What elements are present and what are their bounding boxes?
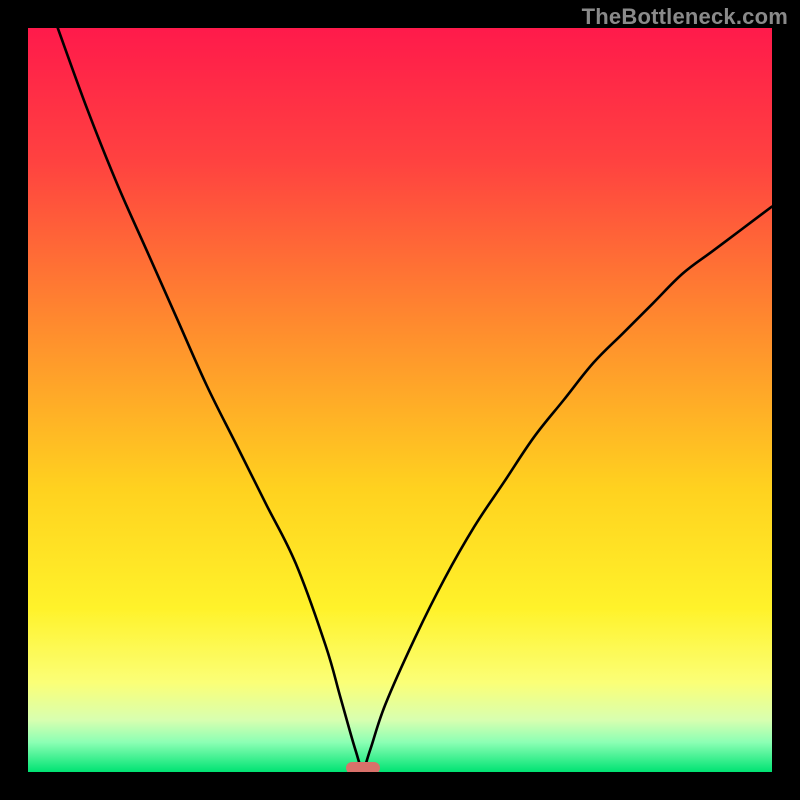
bottleneck-curve — [58, 28, 772, 768]
curve-layer — [28, 28, 772, 772]
min-marker — [346, 762, 380, 772]
chart-frame: TheBottleneck.com — [0, 0, 800, 800]
plot-area — [28, 28, 772, 772]
watermark-text: TheBottleneck.com — [582, 4, 788, 30]
